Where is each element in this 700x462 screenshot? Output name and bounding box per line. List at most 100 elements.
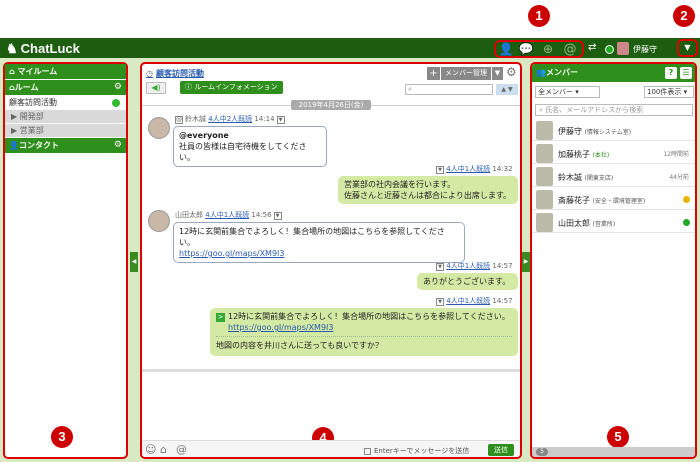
group-label: 開発部 — [19, 112, 44, 121]
user-icon[interactable]: 👤 — [498, 42, 514, 56]
my-room-header[interactable]: ⌂ マイルーム — [5, 64, 126, 79]
map-link[interactable]: https://goo.gl/maps/XM9I3 — [179, 249, 285, 258]
gear-icon[interactable]: ⚙ — [114, 138, 122, 153]
member-name: 山田太郎 (営業所) — [558, 218, 615, 229]
read-receipt-link[interactable]: 4人中1人既読 — [446, 165, 490, 173]
read-receipt-link[interactable]: 4人中1人既読 — [446, 262, 490, 270]
user-avatar[interactable] — [617, 42, 629, 55]
speaker-icon: ◀) — [151, 83, 161, 92]
member-name-text: 加藤桃子 — [558, 150, 590, 159]
chat-search-input[interactable]: ⌕ — [405, 84, 493, 95]
member-name-text: 山田太郎 — [558, 219, 590, 228]
callout-badge-5: 5 — [607, 426, 629, 448]
logo-mark-icon: ♞ — [6, 41, 18, 56]
add-button[interactable]: + — [427, 67, 440, 80]
map-link[interactable]: https://goo.gl/maps/XM9I3 — [228, 323, 334, 332]
home-icon: ⌂ — [9, 67, 15, 76]
search-nav-buttons[interactable]: ▲ ▼ — [496, 84, 518, 95]
member-row[interactable]: 加藤桃子 (本社) 12時間前 — [532, 143, 695, 164]
room-title[interactable]: ◷ 顧客訪問活動 — [146, 68, 204, 79]
user-name[interactable]: 伊藤守 — [633, 44, 657, 55]
avatar — [536, 213, 553, 232]
search-icon: ⌕ — [408, 85, 412, 93]
member-name: 伊藤守 (情報システム室) — [558, 126, 631, 137]
message-menu-icon[interactable]: ▼ — [436, 166, 444, 174]
avatar — [536, 144, 553, 163]
message-menu-icon[interactable]: ▼ — [273, 212, 282, 220]
member-dept: (本社) — [592, 152, 610, 159]
message-line: 営業部の社内会議を行います。 — [344, 180, 456, 189]
member-dept: (情報システム室) — [584, 129, 632, 136]
per-page-select[interactable]: 100件表示 ▾ — [644, 86, 694, 98]
member-panel: 👥メンバー? ☰ 全メンバー ▾ 100件表示 ▾ ⌕ 氏名、メールアドレスから検… — [530, 62, 697, 459]
chat-icon[interactable]: 💬 — [518, 42, 534, 56]
member-row[interactable]: 斎藤花子 (安全・環境管理室) — [532, 189, 695, 210]
member-dept: (営業所) — [592, 221, 616, 228]
per-page-value: 100件表示 — [647, 88, 682, 96]
member-name-text: 伊藤守 — [558, 127, 582, 136]
quoted-message: >12時に玄関前集合でよろしく！集合場所の地図はこちらを参照してください。 htt… — [216, 311, 512, 337]
read-receipt-link[interactable]: 4人中1人既読 — [205, 211, 249, 219]
read-receipt-link[interactable]: 4人中2人既読 — [208, 115, 252, 123]
sidebar-group-sales[interactable]: ▶ 営業部 — [5, 124, 126, 137]
member-search-input[interactable]: ⌕ 氏名、メールアドレスから検索 — [535, 104, 693, 116]
emoji-icon[interactable]: ☺ — [145, 443, 156, 456]
member-panel-footer: 5 — [532, 447, 695, 457]
attach-icon[interactable]: ⌂ — [160, 443, 167, 456]
member-manage-button[interactable]: メンバー管理 — [441, 67, 491, 80]
message-menu-icon[interactable]: ▼ — [436, 298, 444, 306]
send-button[interactable]: 送信 — [488, 444, 514, 456]
member-panel-title: メンバー — [545, 68, 578, 77]
enter-send-label: Enterキーでメッセージを送信 — [374, 447, 470, 455]
room-info-button[interactable]: ⓘ ルームインフォメーション — [180, 81, 283, 94]
collapse-right-handle[interactable]: ▶ — [522, 252, 530, 272]
sidebar-group-dev[interactable]: ▶ 開発部 — [5, 110, 126, 123]
avatar — [148, 210, 170, 232]
message-menu-icon[interactable]: ▼ — [276, 116, 285, 124]
member-dropdown-button[interactable]: ▼ — [492, 67, 503, 80]
message-line: ありがとうございます。 — [423, 277, 511, 286]
compose-footer: ☺ ⌂ @ Enterキーでメッセージを送信 送信 — [142, 440, 520, 457]
message-line: 12時に玄関前集合でよろしく！集合場所の地図はこちらを参照してください。 — [179, 227, 445, 247]
globe-icon[interactable]: ⊕ — [540, 42, 556, 56]
user-menu-button[interactable]: ▼ — [677, 39, 698, 57]
help-icon[interactable]: ? — [665, 67, 677, 79]
message-menu-icon[interactable]: ▼ — [436, 263, 444, 271]
status-icon[interactable] — [605, 45, 614, 54]
sound-toggle[interactable]: ◀) — [146, 82, 166, 94]
gear-icon[interactable]: ⚙ — [114, 80, 122, 95]
avatar — [536, 167, 553, 186]
member-row[interactable]: 山田太郎 (営業所) — [532, 212, 695, 233]
message-bubble: 12時に玄関前集合でよろしく！集合場所の地図はこちらを参照してください。 http… — [173, 222, 465, 263]
checkbox-icon — [364, 447, 371, 455]
group-label: 営業部 — [19, 126, 44, 135]
room-info-label: ルームインフォメーション — [194, 83, 278, 91]
mention-icon[interactable]: @ — [176, 443, 187, 456]
swap-icon[interactable]: ⇄ — [588, 42, 596, 53]
at-icon: @ — [175, 116, 183, 124]
message-line: 佐藤さんと近藤さんは都合により出席します。 — [344, 191, 512, 200]
room-header[interactable]: ⌂ルーム ⚙ — [5, 80, 126, 95]
sidebar-item-label: 顧客訪問活動 — [9, 98, 57, 107]
member-count: 5 — [536, 448, 548, 456]
message-time: 14:14 — [254, 115, 275, 123]
contact-label: コンタクト — [18, 141, 59, 150]
online-status-icon — [683, 219, 690, 226]
info-icon: ⓘ — [185, 83, 192, 91]
list-view-icon[interactable]: ☰ — [680, 67, 692, 79]
member-filter-select[interactable]: 全メンバー ▾ — [535, 86, 600, 98]
read-receipt-link[interactable]: 4人中1人既読 — [446, 297, 490, 305]
member-row[interactable]: 鈴木誠 (関東支店) 44分前 — [532, 166, 695, 187]
quote-text: 12時に玄関前集合でよろしく！集合場所の地図はこちらを参照してください。 — [228, 312, 510, 321]
contact-header[interactable]: 👤コンタクト ⚙ — [5, 138, 126, 153]
gear-icon[interactable]: ⚙ — [506, 65, 517, 79]
app-name: ChatLuck — [20, 41, 80, 56]
member-row[interactable]: 伊藤守 (情報システム室) — [532, 120, 695, 141]
message-meta: ▼ 4人中1人既読 14:57 — [434, 261, 513, 271]
sidebar-item-room[interactable]: 顧客訪問活動 — [5, 96, 126, 110]
at-icon[interactable]: @ — [562, 42, 578, 57]
collapse-left-handle[interactable]: ◀ — [130, 252, 138, 272]
enter-send-checkbox[interactable]: Enterキーでメッセージを送信 — [364, 446, 469, 456]
member-filter-value: 全メンバー — [538, 88, 573, 96]
message-input[interactable]: 4 — [142, 372, 520, 449]
